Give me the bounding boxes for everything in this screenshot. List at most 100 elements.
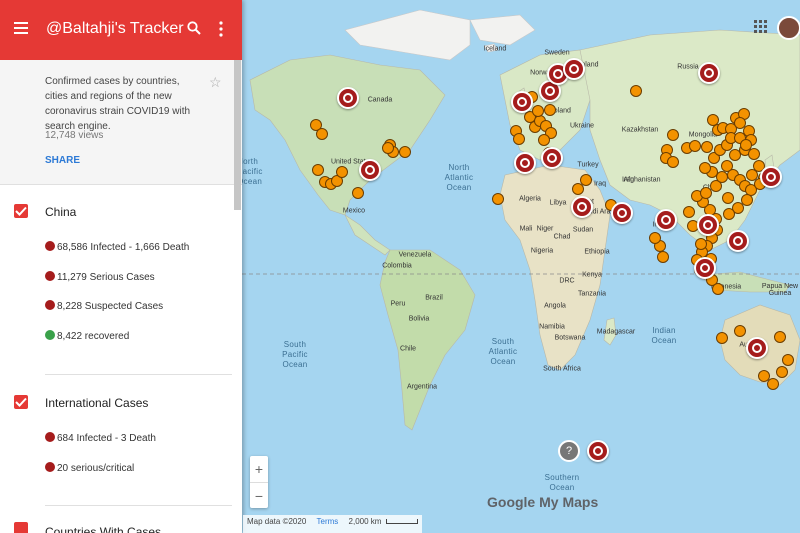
panel-scrollbar[interactable]	[234, 60, 241, 210]
biohazard-icon	[703, 220, 713, 230]
case-marker[interactable]	[538, 134, 550, 146]
biohazard-icon	[45, 432, 55, 443]
case-marker[interactable]	[336, 166, 348, 178]
case-marker[interactable]	[513, 133, 525, 145]
case-marker[interactable]	[683, 206, 695, 218]
biohazard-marker[interactable]	[694, 257, 716, 279]
map-label: Sudan	[572, 226, 594, 234]
case-marker[interactable]	[544, 104, 556, 116]
layer-checkbox-china[interactable]	[14, 204, 28, 218]
case-marker[interactable]	[723, 208, 735, 220]
biohazard-marker[interactable]	[655, 209, 677, 231]
layer-item[interactable]: 8,422 recovered	[45, 330, 129, 342]
biohazard-marker[interactable]	[698, 62, 720, 84]
share-button[interactable]: SHARE	[45, 155, 80, 166]
biohazard-icon	[661, 215, 671, 225]
map-label: Tanzania	[577, 290, 607, 298]
biohazard-marker[interactable]	[611, 202, 633, 224]
layer-item[interactable]: 20 serious/critical	[45, 462, 135, 474]
page-title: @Baltahji's Tracker	[46, 20, 184, 37]
scale-bar	[385, 519, 418, 525]
map-label: DRC	[559, 277, 575, 285]
layer-item[interactable]: 8,228 Suspected Cases	[45, 300, 163, 312]
case-marker[interactable]	[667, 156, 679, 168]
case-marker[interactable]	[352, 187, 364, 199]
case-marker[interactable]	[716, 332, 728, 344]
case-marker[interactable]	[722, 192, 734, 204]
case-marker[interactable]	[695, 238, 707, 250]
case-marker[interactable]	[729, 149, 741, 161]
biohazard-marker[interactable]	[514, 152, 536, 174]
layer-title[interactable]: China	[45, 205, 76, 219]
map-label: Brazil	[425, 294, 443, 302]
map-label: Madagascar	[596, 328, 636, 336]
biohazard-icon	[553, 69, 563, 79]
search-icon[interactable]	[187, 21, 201, 35]
biohazard-marker[interactable]	[337, 87, 359, 109]
map-label: Canada	[367, 96, 393, 104]
ocean-label: North Atlantic Ocean	[444, 163, 474, 192]
case-marker[interactable]	[776, 366, 788, 378]
biohazard-marker[interactable]	[697, 214, 719, 236]
case-marker[interactable]	[580, 174, 592, 186]
map-label: Ukraine	[569, 122, 595, 130]
case-marker[interactable]	[649, 232, 661, 244]
zoom-in-button[interactable]: +	[250, 456, 268, 482]
case-marker[interactable]	[667, 129, 679, 141]
case-marker[interactable]	[746, 169, 758, 181]
biohazard-marker[interactable]	[563, 58, 585, 80]
layer-title[interactable]: International Cases	[45, 396, 148, 410]
case-marker[interactable]	[699, 162, 711, 174]
layer-item-label: 20 serious/critical	[57, 463, 135, 474]
biohazard-icon	[704, 68, 714, 78]
apps-grid-icon[interactable]	[754, 20, 767, 33]
map-label: South Africa	[543, 365, 581, 373]
biohazard-marker[interactable]	[511, 91, 533, 113]
case-marker[interactable]	[712, 283, 724, 295]
case-marker[interactable]	[312, 164, 324, 176]
divider	[45, 505, 232, 506]
biohazard-marker[interactable]	[746, 337, 768, 359]
case-marker[interactable]	[492, 193, 504, 205]
case-marker[interactable]	[767, 378, 779, 390]
biohazard-icon	[617, 208, 627, 218]
biohazard-marker[interactable]	[727, 230, 749, 252]
case-marker[interactable]	[701, 141, 713, 153]
avatar[interactable]	[777, 16, 800, 40]
biohazard-marker[interactable]	[760, 166, 782, 188]
biohazard-marker[interactable]	[359, 159, 381, 181]
case-marker[interactable]	[657, 251, 669, 263]
biohazard-icon	[45, 241, 55, 252]
map-label: Russia	[677, 63, 699, 71]
more-options-icon[interactable]	[218, 21, 224, 37]
layer-title[interactable]: Countries With Cases	[45, 525, 161, 533]
case-marker[interactable]	[532, 105, 544, 117]
biohazard-marker[interactable]	[587, 440, 609, 462]
map-label: Nigeria	[530, 247, 554, 255]
layer-item[interactable]: 684 Infected - 3 Death	[45, 432, 156, 444]
star-icon[interactable]: ☆	[209, 74, 222, 91]
zoom-out-button[interactable]: −	[250, 483, 268, 509]
case-marker[interactable]	[630, 85, 642, 97]
case-marker[interactable]	[689, 140, 701, 152]
case-marker[interactable]	[782, 354, 794, 366]
biohazard-icon	[569, 64, 579, 74]
biohazard-icon	[45, 271, 55, 282]
map-label: Iceland	[483, 45, 507, 53]
case-marker[interactable]	[734, 325, 746, 337]
case-marker[interactable]	[774, 331, 786, 343]
layer-checkbox-international[interactable]	[14, 395, 28, 409]
layer-checkbox-countries[interactable]	[14, 522, 28, 533]
biohazard-marker[interactable]	[541, 147, 563, 169]
biohazard-marker[interactable]	[571, 196, 593, 218]
menu-icon[interactable]	[14, 22, 28, 34]
case-marker[interactable]	[399, 146, 411, 158]
layer-item[interactable]: 68,586 Infected - 1,666 Death	[45, 241, 189, 253]
case-marker[interactable]	[382, 142, 394, 154]
case-marker[interactable]	[748, 148, 760, 160]
layer-item[interactable]: 11,279 Serious Cases	[45, 271, 155, 283]
unknown-marker[interactable]: ?	[558, 440, 580, 462]
terms-link[interactable]: Terms	[317, 517, 339, 526]
map-label: Turkey	[577, 161, 599, 169]
case-marker[interactable]	[316, 128, 328, 140]
